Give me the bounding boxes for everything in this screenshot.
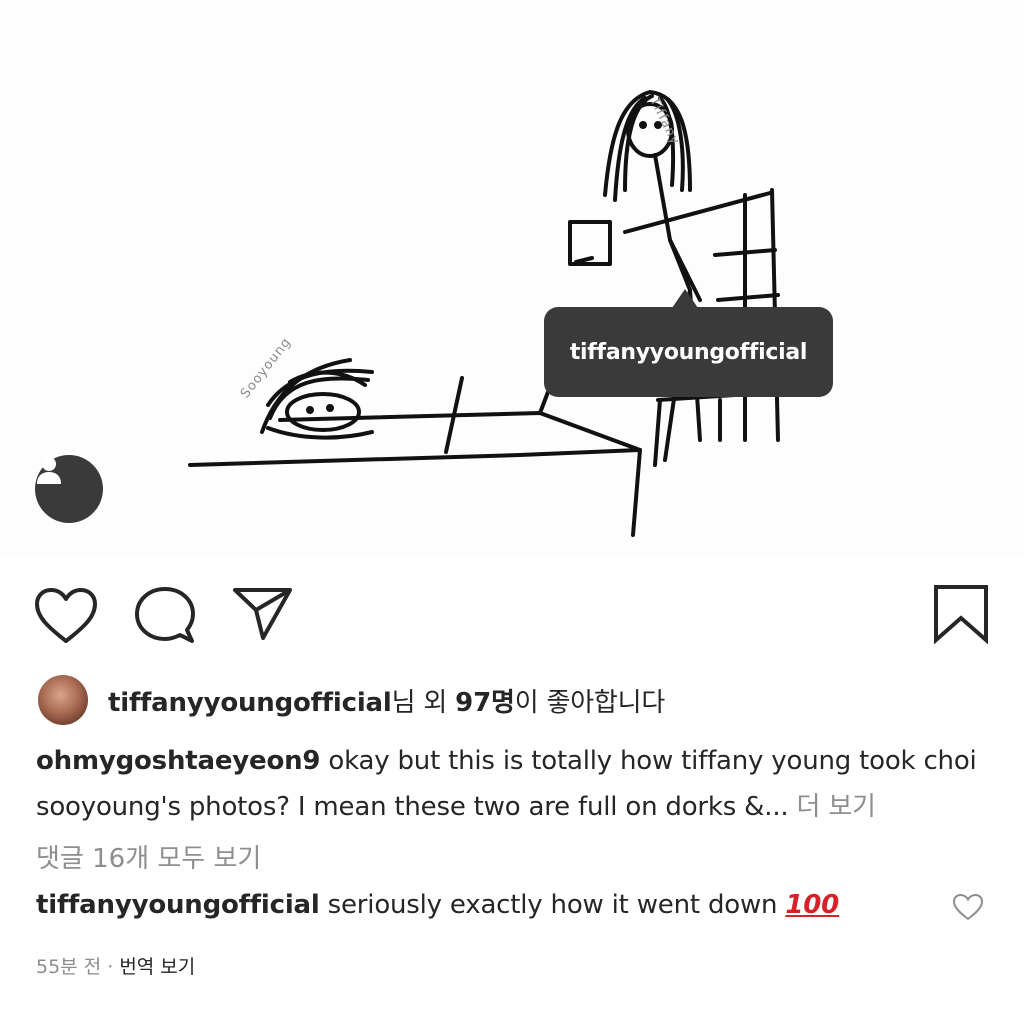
hundred-points-emoji: 100 — [785, 890, 840, 920]
avatar[interactable] — [38, 675, 88, 725]
post-meta: 55분 전 · 번역 보기 — [36, 952, 195, 979]
comment-like-button[interactable] — [952, 893, 984, 925]
paper-plane-icon — [233, 588, 292, 640]
likes-suffix-2: 이 좋아합니다 — [514, 687, 666, 718]
post-caption: ohmygoshtaeyeon9 okay but this is totall… — [36, 738, 996, 830]
comment-button[interactable] — [134, 586, 196, 650]
bookmark-outline-icon — [934, 585, 988, 645]
liker-username[interactable]: tiffanyyoungofficial — [108, 688, 392, 718]
translate-link[interactable]: 번역 보기 — [119, 956, 195, 978]
likes-count[interactable]: 97명 — [455, 688, 515, 718]
heart-outline-icon — [952, 893, 984, 921]
timestamp: 55분 전 — [36, 956, 102, 978]
stick-figure-drawing — [188, 90, 782, 537]
comment-bubble-icon — [135, 587, 195, 643]
share-button[interactable] — [232, 586, 294, 646]
likes-summary[interactable]: tiffanyyoungofficial님 외 97명이 좋아합니다 — [38, 673, 665, 727]
save-button[interactable] — [933, 584, 989, 648]
tag-tooltip-arrow — [672, 289, 698, 308]
comment-username[interactable]: tiffanyyoungofficial — [36, 890, 320, 920]
view-all-comments-link[interactable]: 댓글 16개 모두 보기 — [36, 838, 261, 875]
person-icon — [37, 457, 61, 484]
like-button[interactable] — [34, 587, 98, 649]
post-image[interactable]: Tiffany Sooyoung tiffanyyoungofficial — [0, 0, 1024, 555]
caption-more-link[interactable]: 더 보기 — [788, 792, 876, 822]
user-tag-tooltip[interactable]: tiffanyyoungofficial — [544, 307, 833, 397]
comment-text: seriously exactly how it went down — [319, 890, 786, 920]
heart-outline-icon — [35, 588, 97, 643]
likes-suffix-1: 님 외 — [391, 687, 456, 718]
comment-item: tiffanyyoungofficial seriously exactly h… — [36, 890, 839, 920]
tagged-users-button[interactable] — [35, 455, 103, 523]
meta-separator: · — [101, 956, 120, 978]
caption-username[interactable]: ohmygoshtaeyeon9 — [36, 746, 321, 776]
likes-text: tiffanyyoungofficial님 외 97명이 좋아합니다 — [108, 682, 665, 719]
